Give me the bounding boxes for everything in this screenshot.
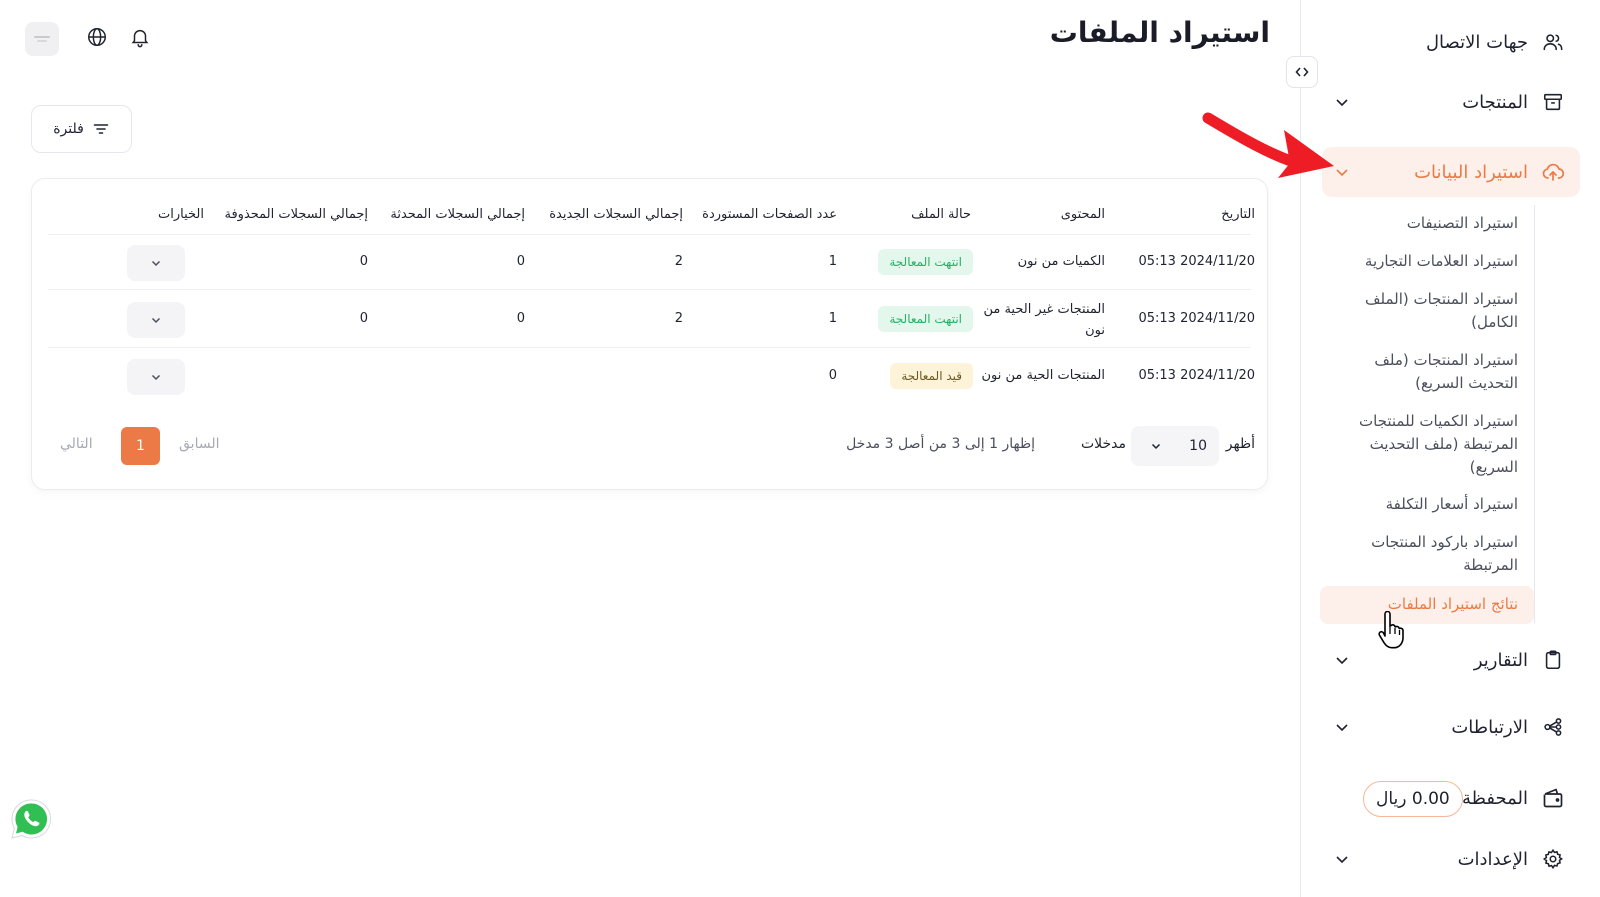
hand-cursor-icon	[1378, 611, 1404, 649]
prev-page-button[interactable]: السابق	[179, 436, 219, 452]
page-size-value: 10	[1189, 438, 1207, 454]
sidebar-item-label: الإعدادات	[1457, 848, 1528, 870]
col-header-deleted: إجمالي السجلات المحذوفة	[224, 207, 368, 222]
cell-content: الكميات من نون	[1017, 254, 1105, 269]
wallet-balance: 0.00 ريال	[1363, 781, 1463, 817]
next-page-button[interactable]: التالي	[60, 436, 93, 452]
sidebar-item-contacts[interactable]: جهات الاتصال	[1322, 17, 1580, 67]
row-divider	[48, 289, 1251, 290]
sidebar: جهات الاتصال المنتجات استيراد البيانات ا…	[1300, 0, 1600, 897]
chevron-down-icon	[1151, 443, 1161, 450]
row-options-dropdown[interactable]	[127, 302, 185, 338]
cell-updated: 0	[516, 254, 525, 269]
page-size-select[interactable]: 10	[1131, 426, 1219, 466]
gear-icon	[1540, 846, 1566, 872]
code-brackets-icon	[1295, 67, 1309, 77]
logo-mark-icon	[34, 36, 50, 42]
cell-pages: 1	[828, 311, 837, 326]
sidebar-item-label: المحفظة	[1461, 787, 1528, 809]
show-label: أظهر	[1225, 436, 1255, 452]
whatsapp-icon	[11, 799, 52, 839]
chevron-down-icon	[151, 317, 161, 324]
row-options-dropdown[interactable]	[127, 245, 185, 281]
cell-updated: 0	[516, 311, 525, 326]
col-header-status: حالة الملف	[911, 207, 971, 222]
sidebar-item-integrations[interactable]: الارتباطات	[1322, 702, 1580, 752]
sidebar-item-settings[interactable]: الإعدادات	[1322, 834, 1580, 884]
sidebar-item-label: استيراد البيانات	[1414, 161, 1528, 183]
submenu-divider	[1534, 205, 1535, 623]
submenu-item-brands[interactable]: استيراد العلامات التجارية	[1318, 250, 1518, 273]
col-header-date: التاريخ	[1221, 207, 1255, 222]
status-badge: انتهت المعالجة	[878, 249, 973, 275]
wallet-icon	[1540, 785, 1566, 811]
chevron-down-icon	[151, 374, 161, 381]
chevron-down-icon	[1336, 657, 1348, 665]
sidebar-item-reports[interactable]: التقارير	[1322, 635, 1580, 685]
submenu-item-quantities-linked[interactable]: استيراد الكميات للمنتجات المرتبطة (ملف ا…	[1348, 410, 1518, 479]
sidebar-item-data-import[interactable]: استيراد البيانات	[1322, 147, 1580, 197]
sidebar-collapse-button[interactable]	[1286, 56, 1318, 88]
bell-icon[interactable]	[127, 24, 153, 50]
cell-pages: 1	[828, 254, 837, 269]
col-header-updated: إجمالي السجلات المحدثة	[390, 207, 525, 222]
chevron-down-icon	[1336, 856, 1348, 864]
whatsapp-chat-button[interactable]	[9, 797, 53, 841]
cell-deleted: 0	[359, 254, 368, 269]
submenu-item-cost-prices[interactable]: استيراد أسعار التكلفة	[1318, 493, 1518, 516]
share-nodes-icon	[1540, 714, 1566, 740]
col-header-options: الخيارات	[158, 207, 204, 222]
chevron-down-icon	[151, 260, 161, 267]
filter-label: فلترة	[53, 121, 84, 137]
cell-content: المنتجات غير الحية من نون	[983, 302, 1105, 338]
page-1-button[interactable]: 1	[121, 427, 160, 465]
annotation-arrow-icon	[1202, 112, 1334, 178]
col-header-new: إجمالي السجلات الجديدة	[549, 207, 683, 222]
row-divider	[48, 347, 1251, 348]
store-logo[interactable]	[25, 22, 59, 56]
submenu-item-products-quick[interactable]: استيراد المنتجات (ملف التحديث السريع)	[1368, 349, 1518, 395]
cell-pages: 0	[828, 368, 837, 383]
filter-button[interactable]: فلترة	[31, 105, 132, 153]
chevron-down-icon	[1336, 724, 1348, 732]
col-header-content: المحتوى	[1060, 207, 1105, 222]
row-options-dropdown[interactable]	[127, 359, 185, 395]
cell-date: 2024/11/20 05:13	[1138, 311, 1255, 326]
filter-lines-icon	[93, 124, 109, 134]
page-title: استيراد الملفات	[1049, 16, 1270, 49]
entries-label: مدخلات	[1080, 436, 1126, 452]
sidebar-item-label: التقارير	[1473, 649, 1528, 671]
globe-icon[interactable]	[84, 24, 110, 50]
cell-new: 2	[674, 311, 683, 326]
cell-new: 2	[674, 254, 683, 269]
sidebar-item-label: المنتجات	[1462, 91, 1528, 113]
clipboard-icon	[1540, 647, 1566, 673]
sidebar-item-label: الارتباطات	[1451, 716, 1528, 738]
cloud-upload-icon	[1540, 159, 1566, 185]
submenu-item-import-results[interactable]: نتائج استيراد الملفات	[1318, 593, 1518, 616]
cell-deleted: 0	[359, 311, 368, 326]
status-badge: قيد المعالجة	[890, 363, 973, 389]
submenu-item-products-full[interactable]: استيراد المنتجات (الملف الكامل)	[1358, 288, 1518, 334]
pagination-summary: إظهار 1 إلى 3 من أصل 3 مدخل	[846, 436, 1035, 452]
sidebar-item-label: جهات الاتصال	[1425, 31, 1528, 53]
archive-box-icon	[1540, 89, 1566, 115]
col-header-pages: عدد الصفحات المستوردة	[702, 207, 837, 222]
status-badge: انتهت المعالجة	[878, 306, 973, 332]
users-icon	[1540, 29, 1566, 55]
sidebar-item-products[interactable]: المنتجات	[1322, 77, 1580, 127]
cell-content: المنتجات الحية من نون	[981, 368, 1105, 383]
submenu-item-categories[interactable]: استيراد التصنيفات	[1318, 212, 1518, 235]
cell-date: 2024/11/20 05:13	[1138, 254, 1255, 269]
cell-date: 2024/11/20 05:13	[1138, 368, 1255, 383]
row-divider	[48, 234, 1251, 235]
submenu-item-barcodes-linked[interactable]: استيراد باركود المنتجات المرتبطة	[1358, 531, 1518, 577]
